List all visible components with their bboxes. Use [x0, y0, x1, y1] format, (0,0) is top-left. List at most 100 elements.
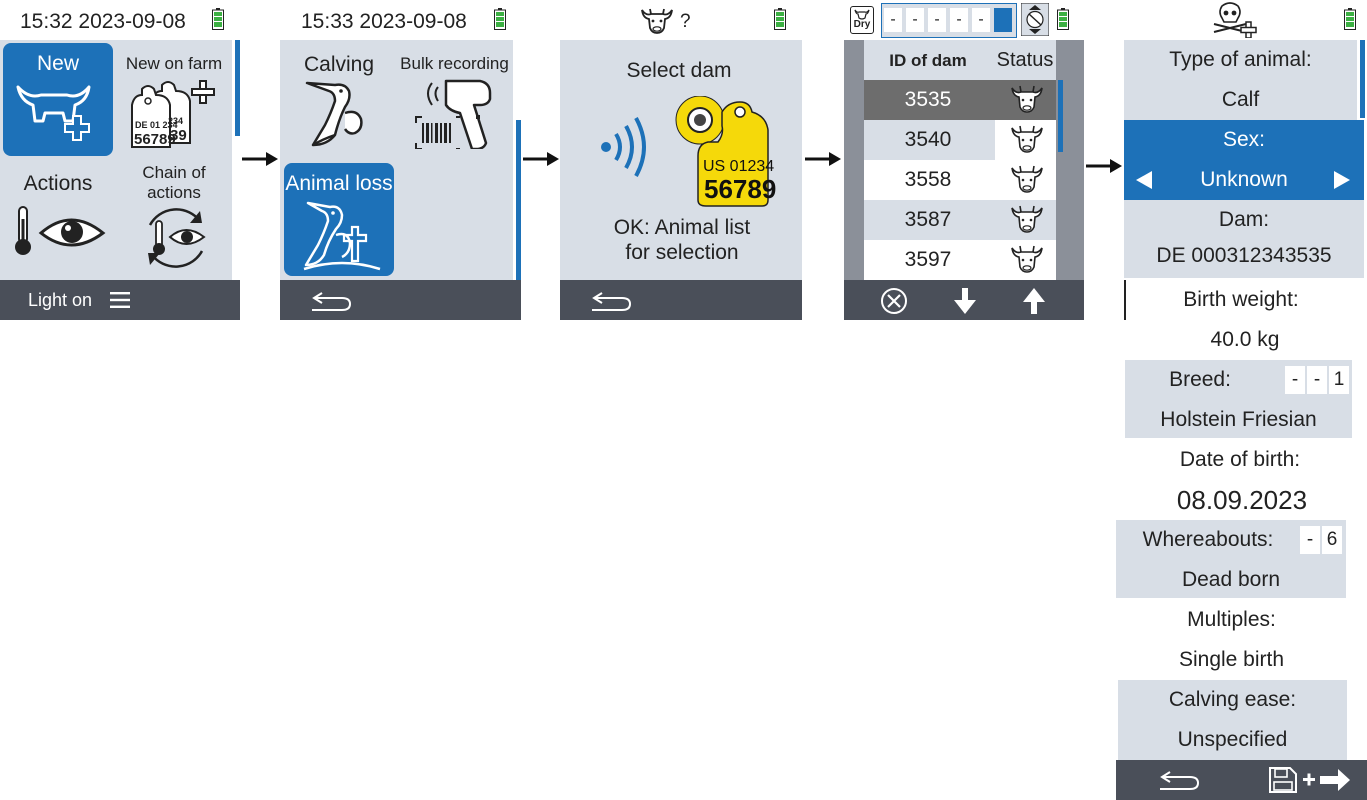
- back-icon[interactable]: [1158, 768, 1202, 792]
- flow-arrow-icon: [523, 152, 559, 166]
- hint-line-2: for selection: [625, 241, 739, 264]
- tag-front-top: DE 01 234: [135, 120, 178, 130]
- id-filter-input[interactable]: - - - - -: [881, 3, 1017, 38]
- tag-number-text: 56789: [704, 174, 777, 204]
- tile-chain-label-2: actions: [147, 183, 201, 202]
- tile-actions[interactable]: Actions: [3, 163, 113, 276]
- flow-arrow-icon: [242, 152, 278, 166]
- breed-value[interactable]: Holstein Friesian: [1125, 400, 1352, 438]
- new-menu-grid: Calving Bulk recording Animal loss: [280, 40, 513, 280]
- arrow-left-icon[interactable]: [1136, 171, 1152, 189]
- barcode-scanner-icon: [415, 79, 492, 149]
- clock: 15:32 2023-09-08: [20, 10, 186, 33]
- cancel-icon[interactable]: [880, 287, 908, 315]
- status-cell: [995, 80, 1056, 120]
- scrollbar[interactable]: [1058, 80, 1063, 152]
- hint-line-1: OK: Animal list: [613, 216, 751, 239]
- table-row-selected[interactable]: 3535: [864, 80, 1056, 120]
- select-dam-title: Select dam: [626, 59, 732, 82]
- footer-bar: Light on: [0, 280, 240, 320]
- status-question: ?: [680, 11, 691, 32]
- screen-dam-list: Dry - - - - - ID of dam Status 3535 3540…: [844, 0, 1084, 320]
- multiples-label: Multiples:: [1187, 608, 1276, 631]
- whereabouts-label: Whereabouts:: [1142, 528, 1274, 551]
- dob-value[interactable]: 08.09.2023: [1124, 480, 1360, 520]
- sort-toggle-icon[interactable]: [1021, 3, 1049, 36]
- back-icon[interactable]: [590, 289, 634, 313]
- scrollbar[interactable]: [235, 40, 240, 136]
- cow-head-icon: [641, 8, 673, 34]
- tile-new[interactable]: New: [3, 43, 113, 156]
- rfid-signal-icon: [601, 117, 646, 177]
- flow-arrow-icon: [805, 152, 841, 166]
- whereabouts-label-row: Whereabouts: - 6: [1116, 520, 1346, 560]
- dam-id: 3535: [904, 88, 952, 111]
- scrollbar[interactable]: [1360, 40, 1365, 118]
- multiples-value[interactable]: Single birth: [1116, 640, 1347, 680]
- status-cell: [995, 160, 1056, 200]
- animal-loss-icon: [303, 201, 381, 271]
- breed-code-digit[interactable]: -: [1307, 366, 1327, 394]
- filter-digit: -: [928, 8, 946, 32]
- select-dam-panel: Select dam US 01234 56789 OK: Animal lis…: [560, 40, 802, 280]
- tile-chain-of-actions[interactable]: Chain of actions: [116, 163, 232, 276]
- menu-grid: New New on farm 234 39 DE 01 234 56789 A…: [0, 40, 232, 280]
- cow-status-icon: [1011, 85, 1043, 113]
- filter-digit-active: [994, 8, 1012, 32]
- table-row[interactable]: 3597: [864, 240, 1056, 280]
- light-toggle-button[interactable]: Light on: [28, 290, 92, 311]
- status-cell: [995, 240, 1056, 280]
- footer-bar: [844, 280, 1084, 320]
- arrow-right-icon[interactable]: [1334, 171, 1350, 189]
- type-value[interactable]: Calf: [1124, 80, 1357, 120]
- filter-digit: -: [950, 8, 968, 32]
- sex-label: Sex:: [1124, 120, 1364, 160]
- dam-label: Dam:: [1124, 200, 1364, 240]
- sex-selector[interactable]: Unknown: [1124, 160, 1364, 200]
- table-row[interactable]: 3540: [864, 120, 1056, 160]
- tile-animal-loss[interactable]: Animal loss: [284, 163, 394, 276]
- calving-ease-value[interactable]: Unspecified: [1118, 720, 1347, 760]
- status-bar: 15:32 2023-09-08: [0, 0, 242, 40]
- screen-new-menu: 15:33 2023-09-08 Calving Bulk recording: [280, 0, 522, 320]
- dam-value[interactable]: DE 000312343535: [1124, 236, 1364, 278]
- tile-new-on-farm-label: New on farm: [125, 54, 223, 73]
- dry-filter-button[interactable]: Dry: [850, 6, 874, 34]
- cow-status-icon: [1011, 165, 1043, 193]
- calving-ease-label: Calving ease:: [1118, 680, 1347, 720]
- table-row[interactable]: 3558: [864, 160, 1056, 200]
- type-label: Type of animal:: [1124, 40, 1357, 80]
- breed-code-digit[interactable]: 1: [1329, 366, 1349, 394]
- back-icon[interactable]: [310, 289, 354, 313]
- arrow-up-icon[interactable]: [1023, 288, 1045, 314]
- tile-animal-loss-label: Animal loss: [285, 172, 393, 195]
- breed-code-digit[interactable]: -: [1285, 366, 1305, 394]
- battery-icon: [774, 8, 786, 30]
- weight-label: Birth weight:: [1183, 288, 1299, 311]
- tile-bulk-recording[interactable]: Bulk recording: [396, 43, 513, 156]
- status-cell: [995, 120, 1056, 160]
- tile-new-on-farm[interactable]: New on farm 234 39 DE 01 234 56789: [116, 43, 232, 156]
- footer-bar: [1116, 760, 1367, 800]
- weight-value[interactable]: 40.0 kg: [1126, 320, 1364, 360]
- dam-id: 3540: [904, 128, 952, 151]
- status-bar: 15:33 2023-09-08: [280, 0, 522, 40]
- screen-select-dam: ? Select dam US 01234 56789 OK: Animal l…: [560, 0, 802, 320]
- menu-icon[interactable]: [110, 292, 130, 308]
- whereabouts-value[interactable]: Dead born: [1116, 560, 1346, 598]
- scrollbar[interactable]: [516, 120, 521, 280]
- thermometer-eye-icon: [15, 206, 106, 255]
- col-status-header: Status: [996, 49, 1054, 71]
- battery-icon: [494, 8, 506, 30]
- save-and-next-icon[interactable]: [1268, 766, 1362, 794]
- table-row[interactable]: 3587: [864, 200, 1056, 240]
- filter-digit: -: [972, 8, 990, 32]
- whereabouts-code-digit[interactable]: 6: [1322, 526, 1342, 554]
- tile-actions-label: Actions: [23, 172, 93, 195]
- filter-digit: -: [906, 8, 924, 32]
- tile-calving[interactable]: Calving: [283, 43, 393, 156]
- whereabouts-code-digit[interactable]: -: [1300, 526, 1320, 554]
- battery-icon: [1057, 8, 1069, 30]
- dam-id: 3597: [904, 248, 952, 271]
- arrow-down-icon[interactable]: [954, 288, 976, 314]
